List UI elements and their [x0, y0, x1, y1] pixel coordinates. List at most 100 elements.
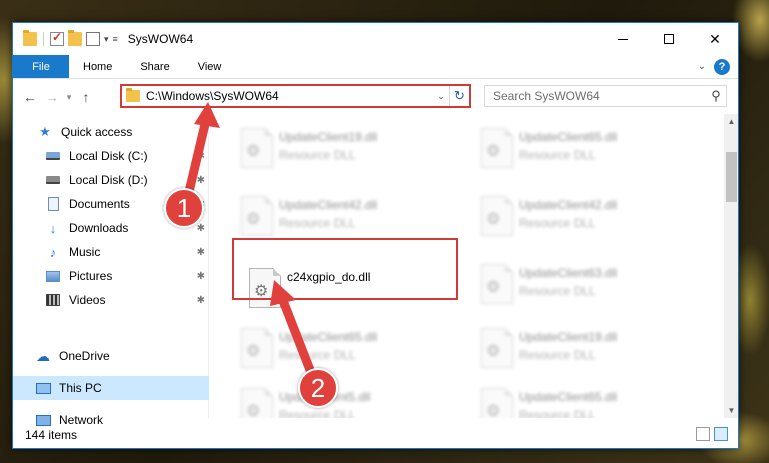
search-box[interactable]: Search SysWOW64 ⚲: [484, 85, 727, 107]
scroll-down-icon[interactable]: ▼: [724, 403, 738, 418]
file-type: Resource DLL: [519, 348, 596, 362]
view-toggle: [696, 427, 728, 441]
pin-icon[interactable]: ✱: [197, 295, 205, 306]
scroll-thumb[interactable]: [726, 152, 737, 202]
window-title: SysWOW64: [127, 32, 194, 46]
new-folder-icon[interactable]: [68, 30, 82, 46]
nav-music[interactable]: ♪ Music ✱: [13, 240, 209, 264]
pin-icon[interactable]: ✱: [197, 247, 205, 258]
file-name: UpdateClient65.dll: [519, 390, 618, 404]
vertical-scrollbar[interactable]: ▲ ▼: [724, 114, 738, 418]
pin-icon[interactable]: ✱: [197, 151, 205, 162]
forward-arrow-icon[interactable]: →: [41, 89, 63, 105]
computer-icon: [35, 380, 51, 396]
nav-pictures[interactable]: Pictures ✱: [13, 264, 209, 288]
status-bar: 144 items: [13, 421, 738, 448]
chevron-down-icon[interactable]: ⌄: [433, 91, 449, 102]
file-item[interactable]: UpdateClient19.dll Resource DLL: [477, 324, 697, 380]
nav-label: Quick access: [61, 125, 133, 139]
details-view-icon[interactable]: [696, 427, 710, 441]
ribbon-right-controls: ⌄ ?: [698, 55, 738, 78]
properties-icon[interactable]: [86, 32, 100, 46]
scroll-up-icon[interactable]: ▲: [724, 114, 738, 129]
pin-icon[interactable]: ✱: [197, 223, 205, 234]
maximize-icon: [664, 34, 674, 44]
file-name: UpdateClient42.dll: [279, 198, 378, 212]
minimize-icon: [618, 38, 628, 40]
navigation-pane: ★ Quick access Local Disk (C:) ✱ Local D…: [13, 114, 209, 427]
expand-ribbon-icon[interactable]: ⌄: [698, 61, 706, 72]
tab-share[interactable]: Share: [126, 55, 183, 78]
file-name: c24xgpio_do.dll: [287, 270, 371, 284]
large-icons-view-icon[interactable]: [714, 427, 728, 441]
search-icon[interactable]: ⚲: [706, 88, 726, 104]
music-icon: ♪: [49, 244, 57, 260]
address-bar[interactable]: C:\Windows\SysWOW64 ⌄ ↻: [120, 84, 471, 108]
file-list: UpdateClient19.dll Resource DLL UpdateCli…: [219, 114, 724, 418]
nav-label: Local Disk (D:): [69, 173, 148, 187]
nav-this-pc[interactable]: This PC: [13, 376, 209, 400]
back-arrow-icon[interactable]: ←: [19, 89, 41, 105]
dll-file-icon: [241, 328, 273, 368]
dll-file-icon: [241, 388, 273, 418]
tab-file[interactable]: File: [13, 55, 69, 78]
file-item[interactable]: UpdateClient5.dllResource DLL: [237, 384, 457, 418]
up-arrow-icon[interactable]: ↑: [75, 89, 97, 105]
disk-icon: [45, 172, 61, 188]
nav-label: Downloads: [69, 221, 129, 235]
file-item[interactable]: UpdateClient63.dll Resource DLL: [477, 260, 697, 316]
file-item[interactable]: UpdateClient42.dll Resource DLL: [477, 192, 697, 248]
dll-file-icon: [481, 264, 513, 304]
file-item[interactable]: UpdateClient42.dll Resource DLL: [237, 192, 457, 248]
refresh-icon[interactable]: ↻: [449, 86, 469, 106]
nav-quick-access[interactable]: ★ Quick access: [13, 120, 209, 144]
pictures-icon: [45, 268, 61, 284]
nav-label: Music: [69, 245, 101, 259]
folder-icon: [23, 30, 37, 46]
file-item[interactable]: UpdateClient65.dll Resource DLL: [477, 124, 697, 180]
file-type: Resource DLL: [279, 348, 356, 362]
tab-view[interactable]: View: [184, 55, 236, 78]
file-item[interactable]: UpdateClient65.dll Resource DLL: [477, 384, 697, 418]
star-icon: ★: [39, 124, 51, 139]
customize-toolbar-icon[interactable]: ≡: [113, 34, 118, 44]
file-item[interactable]: UpdateClient65.dll Resource DLL: [237, 324, 457, 380]
nav-label: Documents: [69, 197, 130, 211]
nav-label: Pictures: [69, 269, 113, 283]
properties-check-icon[interactable]: [50, 30, 64, 46]
file-name: UpdateClient63.dll: [519, 266, 618, 280]
minimize-button[interactable]: [600, 23, 646, 55]
address-path[interactable]: C:\Windows\SysWOW64: [146, 89, 433, 103]
chevron-down-icon[interactable]: ▾: [104, 34, 109, 45]
file-name: UpdateClient19.dll: [279, 130, 378, 144]
file-type: Resource DLL: [279, 216, 356, 230]
toolbar-divider: [43, 32, 44, 46]
dll-file-icon: [481, 328, 513, 368]
nav-label: Local Disk (C:): [69, 149, 148, 163]
nav-label: Videos: [69, 293, 106, 307]
pin-icon[interactable]: ✱: [197, 175, 205, 186]
dll-file-icon: [481, 196, 513, 236]
file-name: UpdateClient19.dll: [519, 330, 618, 344]
file-type: Resource DLL: [279, 408, 356, 418]
dll-file-icon: [241, 128, 273, 168]
nav-local-disk-c[interactable]: Local Disk (C:) ✱: [13, 144, 209, 168]
file-item-c24xgpio-do[interactable]: c24xgpio_do.dll: [245, 264, 465, 320]
file-explorer-window: ▾ ≡ SysWOW64 ✕ File Home Share View ⌄ ? …: [12, 22, 739, 449]
tab-home[interactable]: Home: [69, 55, 126, 78]
search-input[interactable]: Search SysWOW64: [485, 89, 706, 103]
ribbon-tabs: File Home Share View ⌄ ?: [13, 55, 738, 79]
file-type: Resource DLL: [279, 148, 356, 162]
nav-videos[interactable]: Videos ✱: [13, 288, 209, 312]
pin-icon[interactable]: ✱: [197, 271, 205, 282]
file-item[interactable]: UpdateClient19.dll Resource DLL: [237, 124, 457, 180]
maximize-button[interactable]: [646, 23, 692, 55]
close-icon: ✕: [709, 30, 721, 47]
file-type: Resource DLL: [519, 284, 596, 298]
nav-onedrive[interactable]: ☁ OneDrive: [13, 344, 209, 368]
help-icon[interactable]: ?: [714, 58, 730, 75]
disk-icon: [45, 148, 61, 164]
recent-locations-icon[interactable]: ▾: [63, 92, 75, 103]
close-button[interactable]: ✕: [692, 23, 738, 55]
dll-file-icon: [249, 268, 281, 308]
